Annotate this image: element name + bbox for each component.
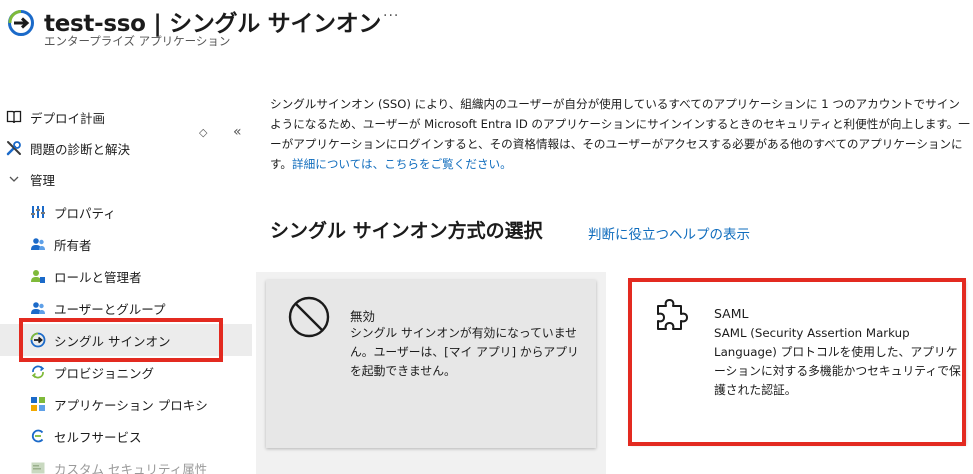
sidebar-item-custom-security[interactable]: カスタム セキュリティ属性 [0,452,252,474]
description-line: ーがアプリケーションにログインすると、その資格情報は、そのユーザーがアクセスする… [270,137,963,151]
description-prefix: す。 [270,157,293,171]
more-options-button[interactable]: ··· [383,8,399,24]
sso-arrow-icon [8,9,34,36]
sso-description: シングルサインオン (SSO) により、組織内のユーザーが自分が使用しているすべ… [270,94,973,174]
roles-icon [30,268,46,284]
learn-more-link[interactable]: 詳細については、こちらをご覧ください。 [292,157,512,171]
sso-method-card-disabled[interactable]: 無効 シングル サインオンが有効になっていません。ユーザーは、[マイ アプリ] … [266,280,596,448]
custom-security-icon [30,460,46,474]
description-line: ようになるため、ユーザーが Microsoft Entra ID のアプリケーシ… [270,117,970,131]
users-groups-icon [30,300,46,316]
properties-icon [30,204,46,220]
sidebar-item-label: デプロイ計画 [30,110,106,126]
main-content: シングルサインオン (SSO) により、組織内のユーザーが自分が使用しているすべ… [252,58,973,474]
app-proxy-icon [30,396,46,412]
sidebar-item-label: ロールと管理者 [54,269,142,285]
page-subtitle: エンタープライズ アプリケーション [44,34,231,48]
sidebar-item-label: セルフサービス [54,429,142,445]
sidebar-item-label: 管理 [30,172,56,188]
description-line-last: す。詳細については、こちらをご覧ください。 [270,154,973,174]
sidebar-item-provisioning[interactable]: プロビジョニング [0,356,252,388]
card-description: シングル サインオンが有効になっていません。ユーザーは、[マイ アプリ] からア… [350,326,579,378]
wrench-icon [6,140,22,156]
sidebar-item-properties[interactable]: プロパティ [0,196,252,228]
sidebar-item-label: 問題の診断と解決 [30,141,131,157]
sidebar-item-deploy-plan[interactable]: デプロイ計画 [0,101,252,133]
sidebar-item-label: 所有者 [54,237,92,253]
sidebar-item-self-service[interactable]: セルフサービス [0,420,252,452]
sidebar-item-label: カスタム セキュリティ属性 [54,461,208,474]
sidebar-item-label: ユーザーとグループ [54,301,166,317]
sidebar-item-app-proxy[interactable]: アプリケーション プロキシ [0,388,252,420]
owners-icon [30,236,46,252]
sidebar-item-manage[interactable]: 管理 [0,163,252,195]
page-header: test-sso | シングル サインオン ··· エンタープライズ アプリケー… [0,0,973,58]
sidebar-item-label: アプリケーション プロキシ [54,397,208,413]
sidebar-item-owners[interactable]: 所有者 [0,228,252,260]
description-line: シングルサインオン (SSO) により、組織内のユーザーが自分が使用しているすべ… [270,97,960,111]
section-title: シングル サインオン方式の選択 [270,220,543,242]
self-service-icon [30,428,46,444]
sidebar-item-label: プロパティ [54,205,116,221]
chevron-down-icon [6,171,22,187]
sidebar-item-roles[interactable]: ロールと管理者 [0,260,252,292]
help-decide-link[interactable]: 判断に役立つヘルプの表示 [588,223,750,243]
sidebar-item-diagnose[interactable]: 問題の診断と解決 [0,132,252,164]
prohibited-icon [288,296,330,338]
sidebar-item-label: プロビジョニング [54,365,155,381]
highlight-box-saml-card [628,278,966,446]
book-icon [6,109,22,125]
provisioning-icon [30,364,46,380]
card-title: 無効 [350,309,376,324]
